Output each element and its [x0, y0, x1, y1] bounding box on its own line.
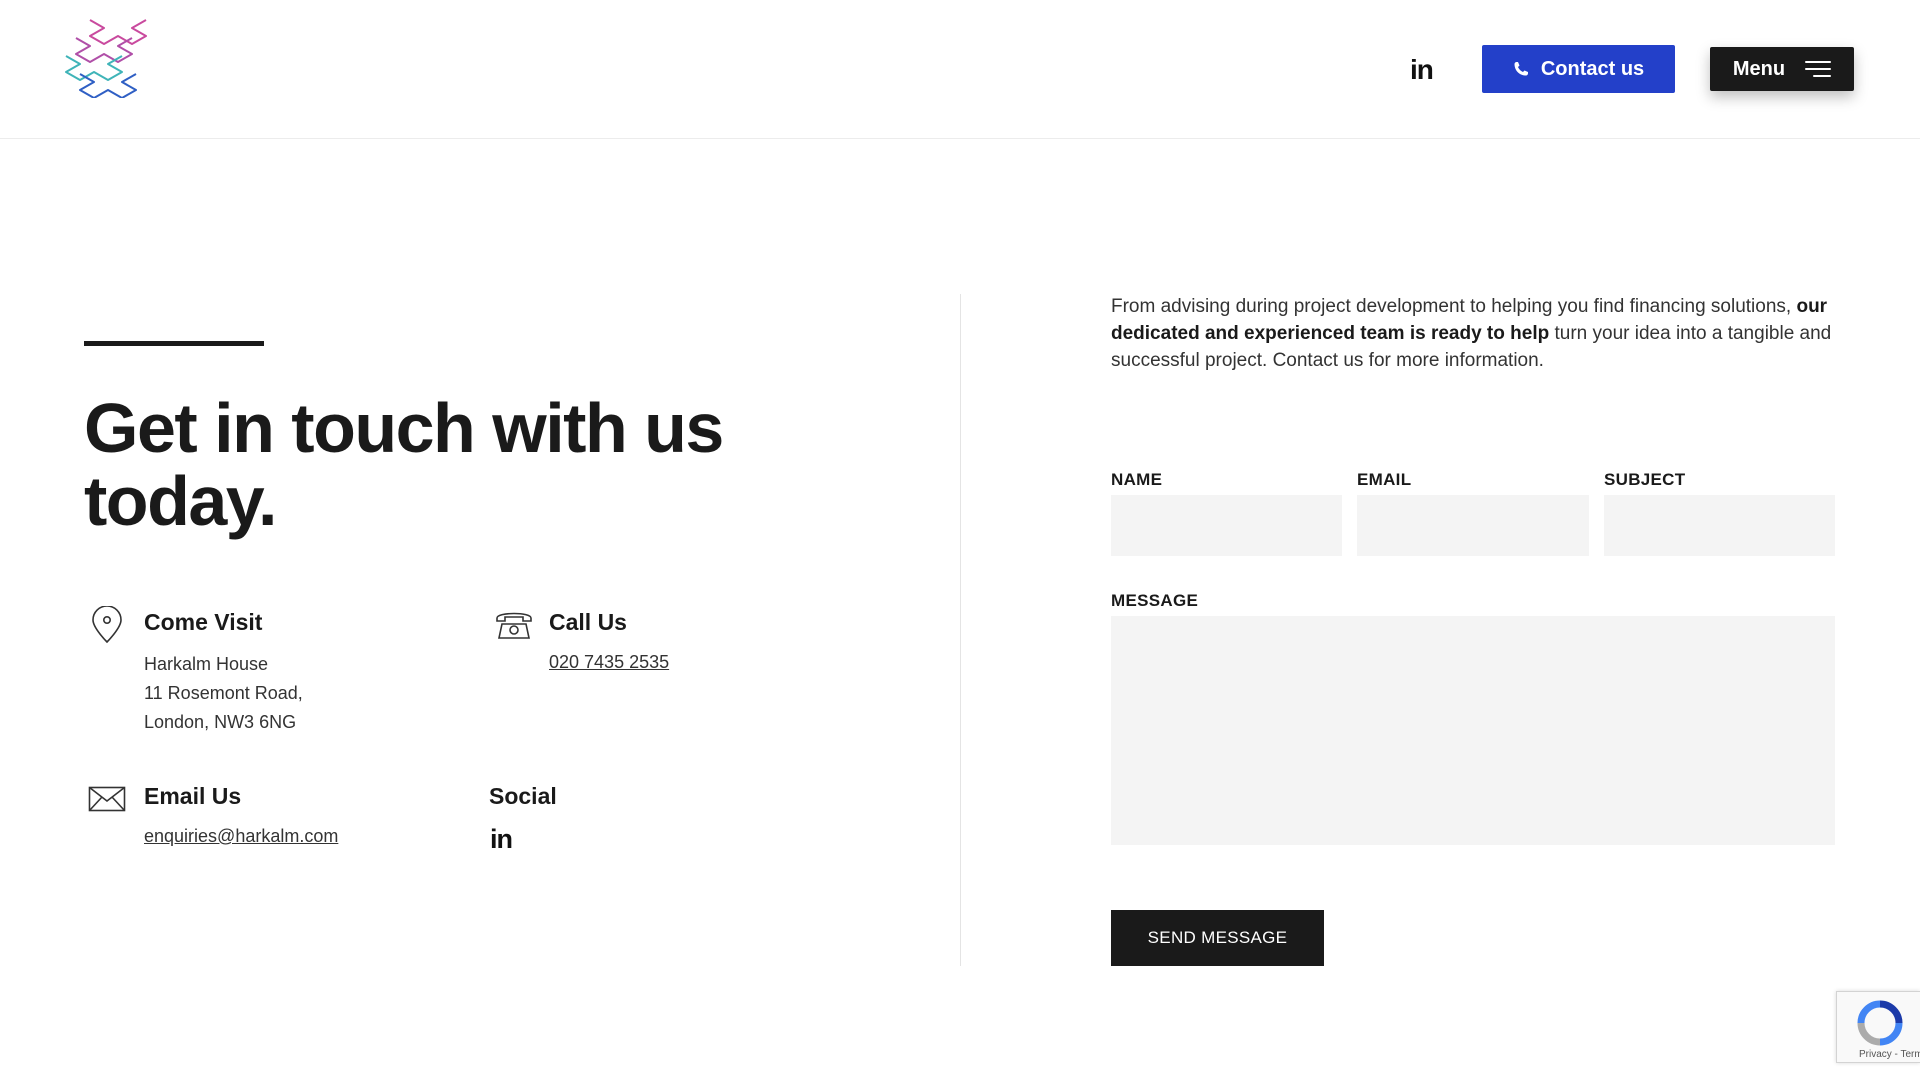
hamburger-icon [1805, 60, 1832, 78]
contact-us-button[interactable]: Contact us [1482, 45, 1675, 93]
visit-title: Come Visit [144, 609, 263, 635]
phone-link[interactable]: 020 7435 2535 [549, 652, 669, 673]
telephone-icon [496, 612, 532, 639]
linkedin-icon[interactable]: in [1410, 54, 1434, 86]
send-message-button[interactable]: SEND MESSAGE [1111, 910, 1324, 966]
page-title: Get in touch with us today. [84, 389, 724, 540]
social-title: Social [489, 783, 557, 809]
linkedin-icon[interactable]: in [490, 824, 513, 855]
recaptcha-badge[interactable]: Privacy - Terms [1836, 991, 1920, 1063]
menu-label: Menu [1732, 57, 1786, 80]
message-field[interactable] [1111, 616, 1835, 845]
intro-paragraph: From advising during project development… [1111, 293, 1841, 374]
column-divider [960, 294, 961, 966]
envelope-icon [88, 786, 126, 812]
recaptcha-footer[interactable]: Privacy - Terms [1859, 1049, 1920, 1060]
intro-text-start: From advising during project development… [1111, 296, 1797, 317]
recaptcha-icon [1857, 1000, 1903, 1046]
harkalm-logo[interactable] [64, 16, 156, 99]
location-pin-icon [92, 606, 122, 644]
name-field[interactable] [1111, 495, 1342, 556]
address-line-1: Harkalm House [144, 654, 269, 674]
call-title: Call Us [549, 609, 627, 635]
email-label: EMAIL [1357, 470, 1412, 489]
menu-button[interactable]: Menu [1710, 47, 1854, 91]
site-header: in Contact us Menu [0, 0, 1920, 139]
subject-field[interactable] [1604, 495, 1835, 556]
address-line-2: 11 Rosemont Road, [144, 683, 303, 703]
accent-divider [84, 341, 264, 346]
contact-us-label: Contact us [1540, 57, 1645, 80]
address-line-3: London, NW3 6NG [144, 712, 297, 732]
phone-icon [1514, 62, 1528, 76]
email-title: Email Us [144, 783, 242, 809]
email-field[interactable] [1357, 495, 1589, 556]
name-label: NAME [1111, 470, 1163, 489]
subject-label: SUBJECT [1604, 470, 1686, 489]
message-label: MESSAGE [1111, 591, 1199, 610]
email-link[interactable]: enquiries@harkalm.com [144, 826, 338, 847]
